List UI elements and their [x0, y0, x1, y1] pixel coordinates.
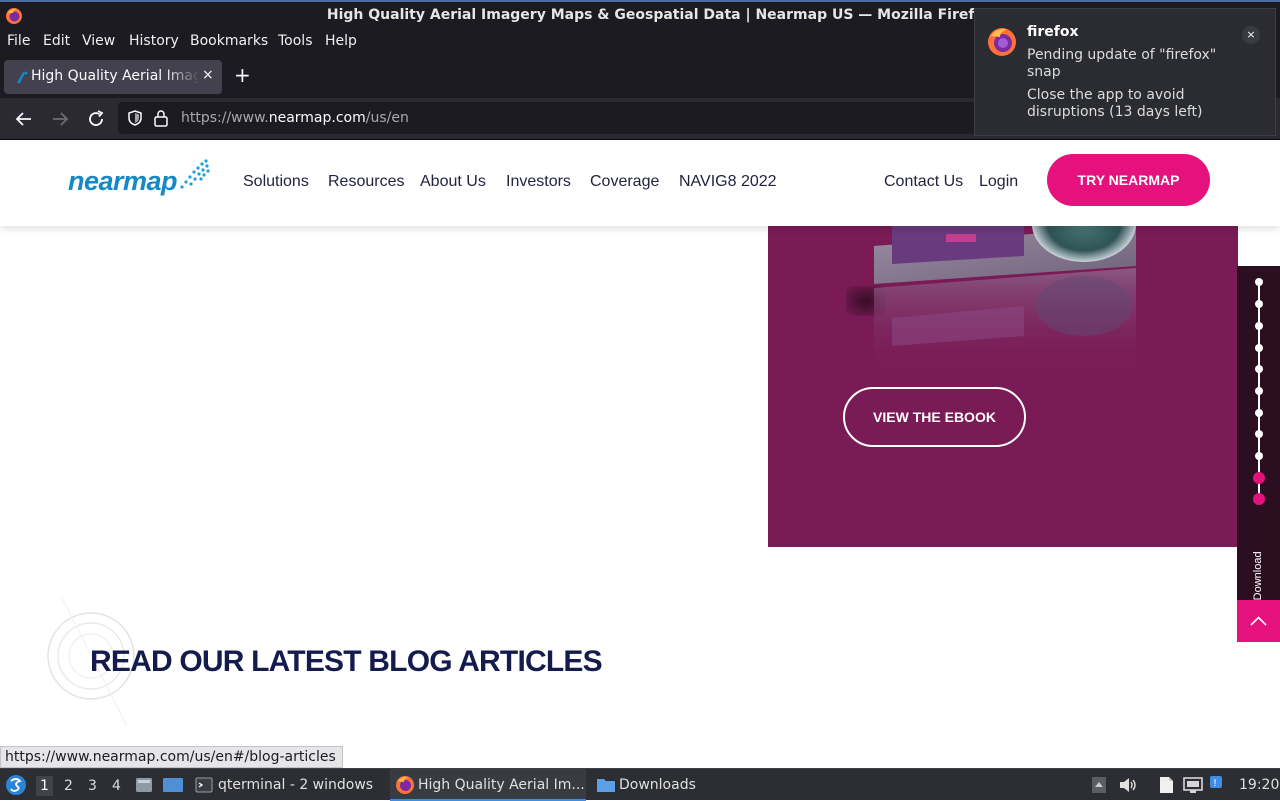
new-tab-button[interactable]: +	[234, 63, 251, 87]
chevron-up-icon	[1250, 616, 1267, 626]
menu-view[interactable]: View	[82, 33, 115, 49]
ebook-promo: VIEW THE EBOOK	[768, 226, 1238, 547]
reload-icon[interactable]	[85, 108, 107, 130]
svg-text:!: !	[1213, 778, 1217, 789]
url-domain: nearmap.com	[268, 110, 366, 126]
scroll-to-top-button[interactable]	[1237, 600, 1280, 642]
tray-up-arrow-icon[interactable]	[1091, 776, 1107, 794]
task-downloads[interactable]: Downloads	[592, 769, 712, 801]
rail-dot[interactable]	[1255, 387, 1263, 395]
rail-dot-active[interactable]	[1253, 472, 1265, 484]
nav-login[interactable]: Login	[979, 173, 1018, 191]
tab-title-fade	[164, 64, 200, 90]
workspace-1[interactable]: 1	[36, 776, 53, 796]
logo-text: nearmap	[68, 166, 178, 196]
section-navigation-rail: ok Download	[1237, 266, 1280, 642]
folder-icon	[597, 779, 615, 792]
tab-close-icon[interactable]: ×	[202, 67, 214, 83]
nav-resources[interactable]: Resources	[328, 173, 404, 191]
link-status-bar: https://www.nearmap.com/us/en#/blog-arti…	[0, 746, 343, 768]
nearmap-logo[interactable]: nearmap	[68, 155, 214, 205]
address-bar[interactable]: https://www.nearmap.com/us/en	[118, 102, 988, 134]
notification-detail: Close the app to avoid disruptions (13 d…	[1027, 87, 1203, 120]
lock-icon[interactable]	[153, 109, 169, 127]
rail-dot[interactable]	[1255, 430, 1263, 438]
nearmap-favicon-icon	[17, 71, 28, 83]
firefox-icon	[396, 776, 414, 794]
notification-message: Pending update of "firefox" snap	[1027, 47, 1217, 80]
notification-title: firefox	[1027, 24, 1079, 40]
url-text[interactable]: https://www.nearmap.com/us/en	[181, 110, 409, 126]
workspace-4[interactable]: 4	[112, 778, 121, 794]
rail-dot-active[interactable]	[1253, 493, 1265, 505]
network-icon[interactable]	[1182, 776, 1204, 794]
notification-close-icon[interactable]: ×	[1242, 26, 1260, 44]
workspace-2[interactable]: 2	[64, 778, 73, 794]
menu-file[interactable]: File	[7, 33, 30, 49]
update-notifier-icon[interactable]: !	[1209, 775, 1227, 793]
nav-navig8[interactable]: NAVIG8 2022	[679, 173, 777, 191]
show-desktop-icon[interactable]	[162, 775, 184, 795]
rail-dot[interactable]	[1255, 344, 1263, 352]
clipboard-icon[interactable]	[1156, 775, 1176, 795]
terminal-icon	[195, 777, 213, 793]
menu-history[interactable]: History	[129, 33, 179, 49]
back-arrow-icon[interactable]	[13, 108, 35, 130]
forward-arrow-icon[interactable]	[49, 108, 71, 130]
task-qterminal-label: qterminal - 2 windows	[218, 777, 374, 793]
start-menu-icon[interactable]	[5, 774, 27, 796]
rail-dot[interactable]	[1255, 409, 1263, 417]
nav-solutions[interactable]: Solutions	[243, 173, 309, 191]
ebook-cover-image	[874, 226, 1136, 376]
file-manager-icon[interactable]	[134, 775, 154, 795]
site-header: nearmap Solutions Resources About Us Inv…	[0, 140, 1280, 226]
menu-tools[interactable]: Tools	[278, 33, 313, 49]
task-qterminal[interactable]: qterminal - 2 windows	[192, 769, 378, 801]
tab-nearmap[interactable]: High Quality Aerial Imagery Maps & Geosp…	[4, 60, 222, 94]
rail-dot[interactable]	[1255, 322, 1263, 330]
menu-bookmarks[interactable]: Bookmarks	[190, 33, 268, 49]
nav-coverage[interactable]: Coverage	[590, 173, 659, 191]
clock: 19:20	[1239, 777, 1280, 793]
blog-section-heading: READ OUR LATEST BLOG ARTICLES	[90, 645, 603, 678]
url-path: /us/en	[365, 110, 409, 126]
url-prefix: https://www.	[181, 110, 269, 126]
try-nearmap-button[interactable]: TRY NEARMAP	[1047, 154, 1210, 206]
update-notification[interactable]: firefox Pending update of "firefox" snap…	[974, 8, 1276, 136]
logo-mark-icon	[180, 159, 210, 189]
rail-dot[interactable]	[1255, 278, 1263, 286]
rail-dot[interactable]	[1255, 365, 1263, 373]
task-firefox-label: High Quality Aerial Im...	[418, 777, 585, 793]
shield-icon[interactable]	[126, 109, 144, 127]
firefox-icon	[988, 28, 1016, 56]
nav-contact-us[interactable]: Contact Us	[884, 173, 963, 191]
rail-dot[interactable]	[1255, 300, 1263, 308]
system-taskbar: 1 2 3 4 qterminal - 2 windows High Quali…	[0, 768, 1280, 801]
menu-help[interactable]: Help	[325, 33, 357, 49]
workspace-3[interactable]: 3	[88, 778, 97, 794]
task-firefox[interactable]: High Quality Aerial Im...	[390, 769, 586, 801]
view-ebook-button[interactable]: VIEW THE EBOOK	[843, 387, 1026, 447]
nav-investors[interactable]: Investors	[506, 173, 571, 191]
volume-icon[interactable]	[1118, 776, 1138, 794]
task-downloads-label: Downloads	[619, 777, 696, 793]
nav-about-us[interactable]: About Us	[420, 173, 486, 191]
rail-dot[interactable]	[1255, 452, 1263, 460]
menu-edit[interactable]: Edit	[43, 33, 70, 49]
